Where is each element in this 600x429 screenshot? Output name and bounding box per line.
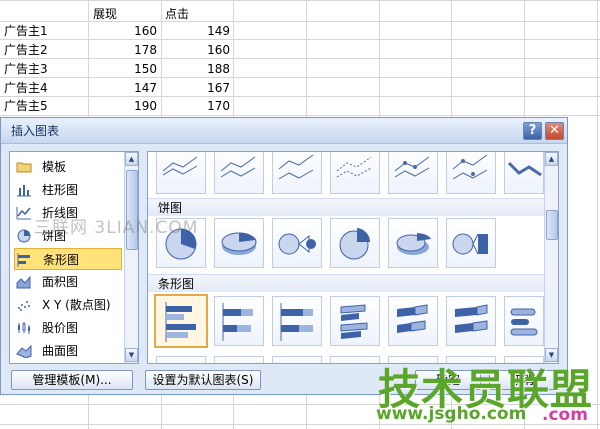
category-label: X Y (散点图) bbox=[42, 298, 111, 312]
scroll-up-arrow-icon[interactable]: ▲ bbox=[545, 152, 558, 166]
scroll-down-arrow-icon[interactable]: ▼ bbox=[125, 348, 138, 362]
bar-subtype-thumb-selected[interactable] bbox=[154, 294, 208, 348]
row-name-cell[interactable]: 广告主1 bbox=[4, 22, 48, 40]
bar-subtype-thumb[interactable] bbox=[214, 296, 264, 346]
category-item-template[interactable]: 模板 bbox=[14, 156, 122, 178]
section-header-bar: 条形图 bbox=[148, 274, 544, 292]
bar-subtype-thumb[interactable] bbox=[330, 296, 380, 346]
scroll-thumb[interactable] bbox=[546, 210, 558, 240]
pie-subtype-thumb[interactable] bbox=[330, 218, 380, 268]
section-header-pie: 饼图 bbox=[148, 198, 544, 216]
grid-line bbox=[0, 0, 600, 1]
category-scrollbar[interactable]: ▲ ▼ bbox=[124, 152, 138, 363]
line-subtype-thumb[interactable] bbox=[156, 152, 206, 194]
grid-line bbox=[0, 424, 600, 425]
row-click-cell[interactable]: 167 bbox=[165, 79, 230, 97]
category-item-stock[interactable]: 股价图 bbox=[14, 317, 122, 339]
url-watermark: www.jsgho.com bbox=[376, 404, 527, 424]
bar-subtype-thumb[interactable] bbox=[388, 296, 438, 346]
url-suffix-watermark: .com bbox=[542, 405, 588, 425]
row-click-cell[interactable]: 149 bbox=[165, 22, 230, 40]
row-show-cell[interactable]: 160 bbox=[92, 22, 157, 40]
row-name-cell[interactable]: 广告主3 bbox=[4, 60, 48, 78]
grid-line bbox=[0, 58, 600, 59]
line-subtype-thumb[interactable] bbox=[388, 152, 438, 194]
line-chart-icon bbox=[16, 206, 32, 220]
bar-subtype-thumb[interactable] bbox=[504, 296, 544, 346]
category-item-surface[interactable]: 曲面图 bbox=[14, 340, 122, 362]
row-show-cell[interactable]: 178 bbox=[92, 41, 157, 59]
line-subtype-thumb[interactable] bbox=[214, 152, 264, 194]
line-subtype-thumb[interactable] bbox=[504, 152, 544, 194]
pie-subtype-thumb[interactable] bbox=[388, 218, 438, 268]
grid-line bbox=[0, 96, 600, 97]
row-click-cell[interactable]: 170 bbox=[165, 97, 230, 115]
pie-chart-icon bbox=[16, 229, 32, 243]
gallery-scrollbar[interactable]: ▲ ▼ bbox=[544, 152, 558, 363]
site-watermark: 三联网 3LIAN.COM bbox=[34, 218, 199, 238]
set-default-chart-button[interactable]: 设置为默认图表(S) bbox=[145, 370, 261, 390]
row-name-cell[interactable]: 广告主2 bbox=[4, 41, 48, 59]
stock-chart-icon bbox=[16, 321, 32, 335]
surface-chart-icon bbox=[16, 344, 32, 359]
category-label: 条形图 bbox=[43, 253, 80, 267]
pie-subtype-thumb[interactable] bbox=[446, 218, 496, 268]
line-subtype-thumb[interactable] bbox=[330, 152, 380, 194]
line-subtype-row bbox=[148, 152, 544, 194]
row-show-cell[interactable]: 190 bbox=[92, 97, 157, 115]
column-chart-icon bbox=[16, 183, 32, 197]
grid-line bbox=[0, 39, 600, 40]
bar-subtype-thumb[interactable] bbox=[156, 356, 206, 363]
category-label: 模板 bbox=[42, 160, 67, 174]
category-item-column[interactable]: 柱形图 bbox=[14, 179, 122, 201]
pie-subtype-thumb[interactable] bbox=[214, 218, 264, 268]
category-item-area[interactable]: 面积图 bbox=[14, 271, 122, 293]
grid-line bbox=[0, 115, 600, 116]
line-subtype-thumb[interactable] bbox=[272, 152, 322, 194]
help-button[interactable]: ? bbox=[523, 122, 542, 140]
scroll-up-arrow-icon[interactable]: ▲ bbox=[125, 152, 138, 166]
bar-subtype-thumb[interactable] bbox=[272, 296, 322, 346]
bar-subtype-thumb[interactable] bbox=[272, 356, 322, 363]
folder-icon bbox=[16, 160, 32, 174]
row-show-cell[interactable]: 147 bbox=[92, 79, 157, 97]
bar-subtype-thumb[interactable] bbox=[214, 356, 264, 363]
category-label: 柱形图 bbox=[42, 183, 79, 197]
close-button[interactable]: ✕ bbox=[545, 122, 564, 140]
category-item-bar[interactable]: 条形图 bbox=[14, 248, 122, 270]
bar-chart-icon bbox=[17, 253, 33, 267]
scroll-thumb[interactable] bbox=[126, 170, 138, 250]
line-subtype-thumb[interactable] bbox=[446, 152, 496, 194]
pie-subtype-row bbox=[148, 218, 544, 272]
bar-subtype-thumb[interactable] bbox=[446, 296, 496, 346]
header-cell-show[interactable]: 展现 bbox=[93, 5, 117, 23]
bar-subtype-row bbox=[148, 294, 544, 354]
manage-templates-button[interactable]: 管理模板(M)... bbox=[11, 370, 133, 390]
bar-subtype-thumb[interactable] bbox=[330, 356, 380, 363]
category-label: 股价图 bbox=[42, 321, 79, 335]
area-chart-icon bbox=[16, 275, 32, 289]
row-click-cell[interactable]: 188 bbox=[165, 60, 230, 78]
scatter-chart-icon bbox=[16, 298, 32, 312]
category-item-scatter[interactable]: X Y (散点图) bbox=[14, 294, 122, 316]
row-click-cell[interactable]: 160 bbox=[165, 41, 230, 59]
row-show-cell[interactable]: 150 bbox=[92, 60, 157, 78]
row-name-cell[interactable]: 广告主4 bbox=[4, 79, 48, 97]
chart-category-list: 模板 柱形图 折线图 饼图 条形图 面积图 X Y (散点图) 股价图 曲面图 … bbox=[9, 151, 139, 364]
grid-line bbox=[0, 77, 600, 78]
grid-line bbox=[597, 0, 598, 429]
dialog-title: 插入图表 bbox=[11, 124, 60, 138]
header-cell-click[interactable]: 点击 bbox=[165, 5, 189, 23]
category-label: 面积图 bbox=[42, 275, 79, 289]
row-name-cell[interactable]: 广告主5 bbox=[4, 97, 48, 115]
grid-line bbox=[0, 21, 600, 22]
pie-subtype-thumb[interactable] bbox=[272, 218, 322, 268]
dialog-titlebar[interactable]: 插入图表 ? ✕ bbox=[1, 118, 567, 144]
category-label: 曲面图 bbox=[42, 344, 79, 358]
insert-chart-dialog: 插入图表 ? ✕ 模板 柱形图 折线图 饼图 条形图 面积图 X Y (散点图)… bbox=[0, 117, 568, 395]
chart-subtype-gallery: 饼图 条形图 ▲ ▼ bbox=[147, 151, 559, 364]
